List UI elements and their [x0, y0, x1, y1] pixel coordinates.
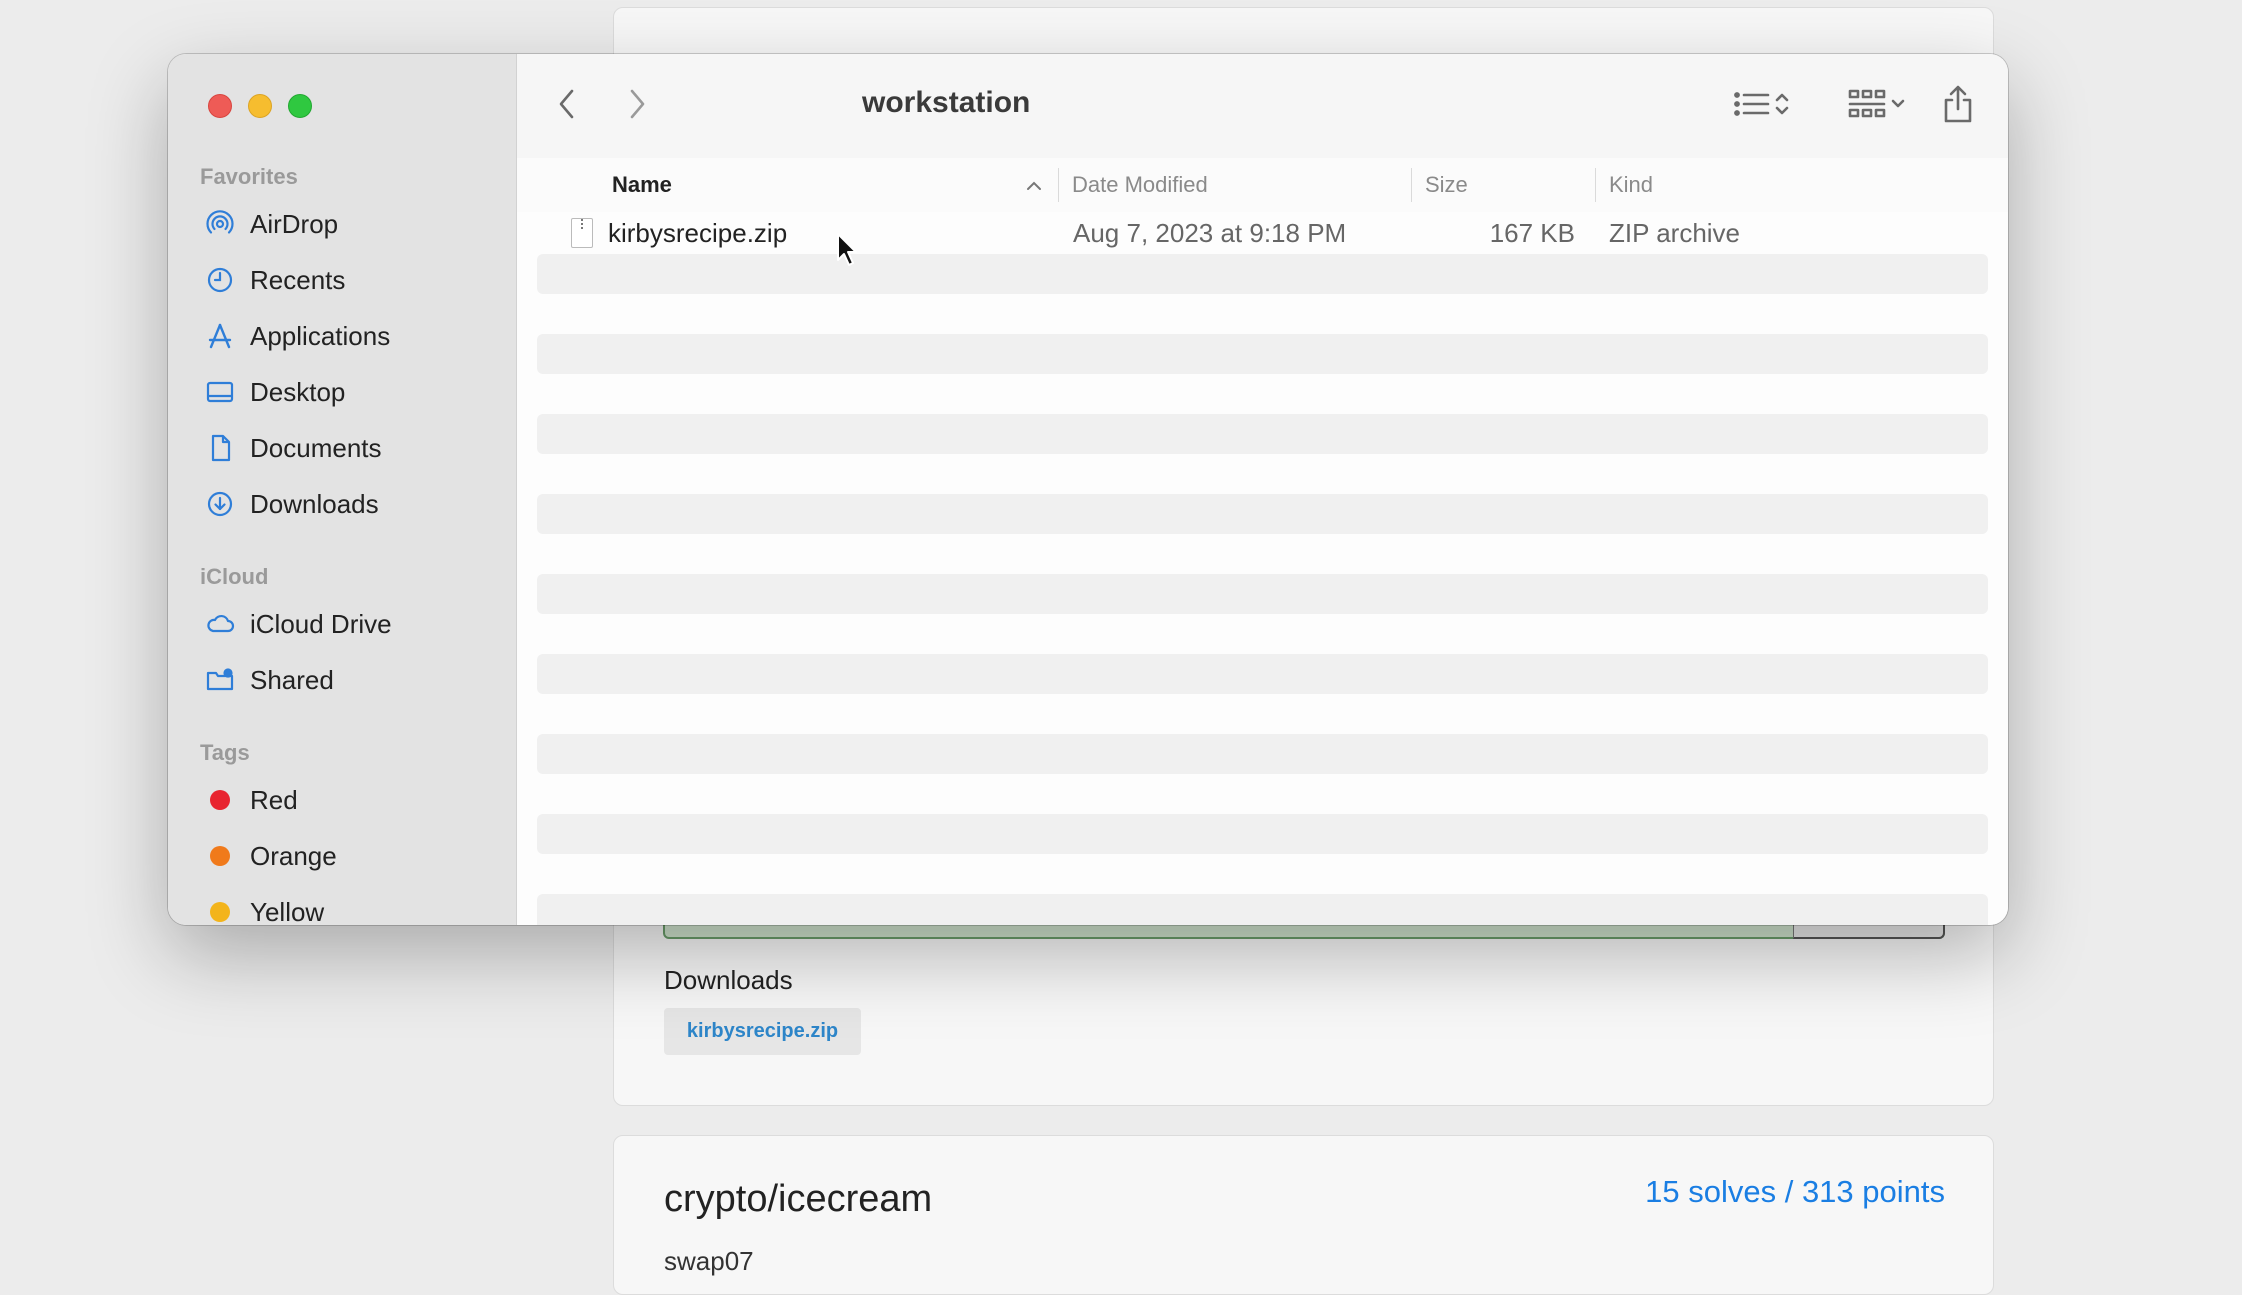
column-header-date-modified[interactable]: Date Modified [1072, 158, 1208, 212]
sidebar: Favorites AirDrop Recents Applications D… [168, 54, 517, 925]
close-window-button[interactable] [208, 94, 232, 118]
column-header-kind[interactable]: Kind [1609, 158, 1653, 212]
grid-icon [1847, 87, 1889, 126]
file-name[interactable]: kirbysrecipe.zip [608, 212, 787, 254]
sidebar-item-desktop[interactable]: Desktop [204, 372, 345, 412]
tag-dot-icon [210, 846, 230, 866]
group-by-button[interactable] [1832, 84, 1922, 128]
empty-row [537, 654, 1988, 694]
empty-row [537, 494, 1988, 534]
column-header-name[interactable]: Name [612, 158, 672, 212]
column-header-size[interactable]: Size [1425, 158, 1468, 212]
sidebar-item-label: Documents [250, 432, 382, 463]
sidebar-item-documents[interactable]: Documents [204, 428, 382, 468]
share-button[interactable] [1935, 82, 1981, 130]
file-size: 167 KB [1489, 217, 1575, 248]
empty-row [537, 574, 1988, 614]
airdrop-icon [204, 208, 236, 240]
sort-ascending-icon[interactable] [1025, 158, 1055, 212]
zip-file-icon [571, 218, 593, 248]
empty-row [537, 254, 1988, 294]
sidebar-item-label: iCloud Drive [250, 608, 392, 639]
window-title: workstation [862, 86, 1031, 119]
chevron-right-icon [626, 87, 648, 126]
file-kind: ZIP archive [1609, 217, 1741, 248]
column-divider[interactable] [1595, 168, 1596, 202]
chevron-left-icon [556, 87, 578, 126]
sidebar-section-tags: Tags [200, 740, 250, 765]
sidebar-item-label: Orange [250, 840, 337, 871]
tag-dot-icon [210, 902, 230, 922]
list-view-icon [1733, 89, 1773, 124]
mouse-cursor-icon [837, 233, 857, 266]
sidebar-item-label: Applications [250, 320, 391, 351]
sidebar-tag-orange[interactable]: Orange [204, 836, 337, 876]
sidebar-item-applications[interactable]: Applications [204, 316, 390, 356]
empty-row [537, 414, 1988, 454]
zoom-window-button[interactable] [288, 94, 312, 118]
share-icon [1941, 83, 1975, 130]
finder-window: Favorites AirDrop Recents Applications D… [168, 54, 2008, 925]
sidebar-item-label: Downloads [250, 488, 379, 519]
empty-row [537, 734, 1988, 774]
sidebar-section-favorites: Favorites [200, 164, 298, 189]
view-mode-button[interactable] [1717, 84, 1807, 128]
sidebar-item-label: AirDrop [250, 208, 339, 239]
forward-button[interactable] [617, 86, 657, 126]
applications-icon [204, 320, 236, 352]
column-divider[interactable] [1058, 168, 1059, 202]
challenge-title[interactable]: crypto/icecream [664, 1178, 932, 1221]
sidebar-item-label: Recents [250, 264, 346, 295]
challenge-author: swap07 [664, 1246, 754, 1276]
column-divider[interactable] [1411, 168, 1412, 202]
download-link[interactable]: kirbysrecipe.zip [664, 1008, 861, 1055]
document-icon [204, 432, 236, 464]
toolbar: workstation [517, 54, 2008, 159]
cloud-icon [204, 608, 236, 640]
sidebar-item-label: Red [250, 784, 298, 815]
file-list: kirbysrecipe.zip Aug 7, 2023 at 9:18 PM … [517, 212, 2008, 925]
sidebar-section-icloud: iCloud [200, 564, 269, 589]
sidebar-item-label: Desktop [250, 376, 346, 407]
list-header: Name Date Modified Size Kind [517, 158, 2008, 213]
shared-folder-icon [204, 664, 236, 696]
empty-row [537, 894, 1988, 925]
sidebar-item-airdrop[interactable]: AirDrop [204, 204, 338, 244]
minimize-window-button[interactable] [248, 94, 272, 118]
download-icon [204, 488, 236, 520]
sidebar-tag-yellow[interactable]: Yellow [204, 892, 324, 925]
challenge-stats[interactable]: 15 solves / 313 points [1645, 1174, 1945, 1210]
back-button[interactable] [547, 86, 587, 126]
sidebar-item-recents[interactable]: Recents [204, 260, 345, 300]
clock-icon [204, 264, 236, 296]
sidebar-item-icloud-drive[interactable]: iCloud Drive [204, 604, 392, 644]
downloads-heading: Downloads [664, 965, 793, 995]
desktop-icon [204, 376, 236, 408]
chevron-down-icon [1889, 89, 1907, 124]
empty-row [537, 814, 1988, 854]
sidebar-tag-red[interactable]: Red [204, 780, 298, 820]
file-date-modified: Aug 7, 2023 at 9:18 PM [1073, 217, 1347, 248]
sidebar-item-label: Shared [250, 664, 334, 695]
empty-row [537, 334, 1988, 374]
sidebar-item-label: Yellow [250, 896, 325, 926]
file-row[interactable]: kirbysrecipe.zip Aug 7, 2023 at 9:18 PM … [517, 212, 2008, 254]
sidebar-item-shared[interactable]: Shared [204, 660, 334, 700]
sidebar-item-downloads[interactable]: Downloads [204, 484, 379, 524]
tag-dot-icon [210, 790, 230, 810]
chevron-updown-icon [1773, 89, 1791, 124]
